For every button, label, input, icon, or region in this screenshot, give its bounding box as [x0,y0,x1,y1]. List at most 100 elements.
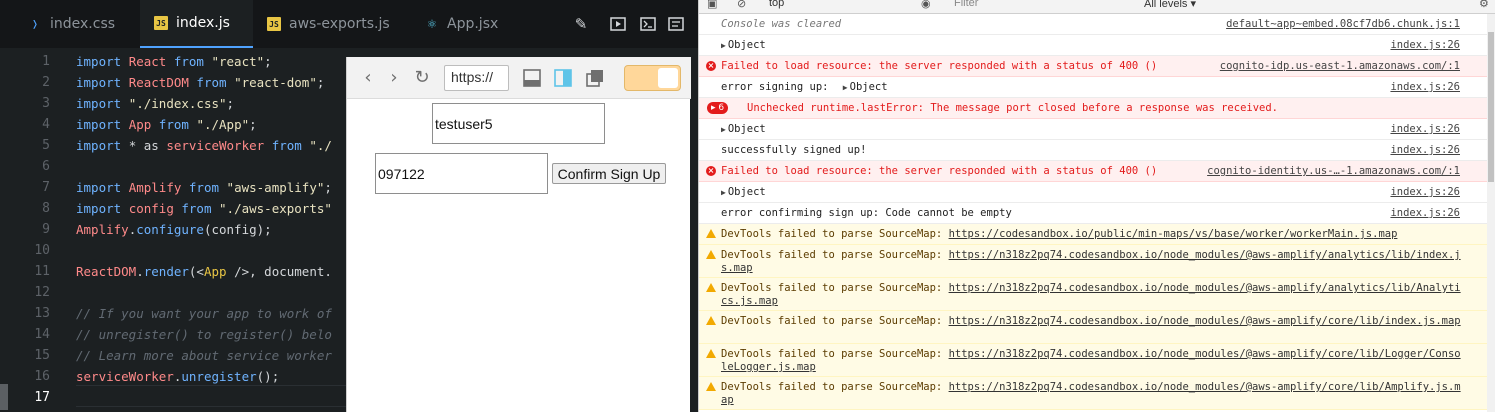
expand-triangle-icon[interactable]: ▶ [843,83,848,92]
line-number: 17 [34,390,50,405]
split-view-icon[interactable] [554,69,572,87]
forward-arrow-icon[interactable]: › [383,66,405,88]
theme-toggle[interactable] [624,65,681,91]
line-number: 1 [42,54,50,69]
console-message[interactable]: ▶ Object [721,186,1281,199]
log-levels-dropdown[interactable]: All levels ▾ [1144,0,1196,10]
sidebar-toggle-icon[interactable]: ▣ [707,0,717,10]
message-text: error signing up: [721,81,835,93]
expand-triangle-icon[interactable]: ▶ [721,188,726,197]
console-message: DevTools failed to parse SourceMap: http… [721,282,1466,308]
object-label[interactable]: Object [850,81,888,93]
tab-app-jsx[interactable]: ⚛ App.jsx [411,0,531,48]
message-text: Object [727,123,766,135]
console-message[interactable]: ▶ Object [721,123,1281,136]
console-message[interactable]: ▶ Object [721,39,1281,52]
line-number: 2 [42,75,50,90]
gear-icon[interactable]: ⚙ [1479,0,1489,10]
code-token: "./App" [196,117,250,132]
code-line: ReactDOM.render(<App />, document. [76,261,332,282]
context-selector[interactable]: top [769,0,784,9]
console-message: DevTools failed to parse SourceMap: http… [721,228,1466,241]
expand-triangle-icon[interactable]: ▶ [721,125,726,134]
eye-icon[interactable]: ◉ [921,0,931,10]
error-icon: × [706,61,716,71]
tab-label: App.jsx [447,16,499,32]
source-location-link[interactable]: index.js:26 [1390,186,1460,199]
line-number: 12 [34,285,50,300]
tab-aws-exports-js[interactable]: JS aws-exports.js [253,0,411,48]
warning-icon [706,250,716,259]
line-number: 5 [42,138,50,153]
source-location-link[interactable]: index.js:26 [1390,207,1460,220]
console-message: error signing up: ▶ Object [721,81,1281,94]
tab-index-js[interactable]: JS index.js [140,0,253,48]
console-filter-input[interactable]: Filter [954,0,978,9]
code-token: from [181,201,220,216]
source-location-link[interactable]: default~app~embed.08cf7db6.chunk.js:1 [1226,18,1460,31]
js-file-icon: JS [154,16,168,30]
line-number: 8 [42,201,50,216]
code-token: "react-dom" [234,75,317,90]
console-row: DevTools failed to parse SourceMap: http… [699,344,1488,377]
source-location-link[interactable]: index.js:26 [1390,144,1460,157]
expand-triangle-icon[interactable]: ▶ [721,41,726,50]
source-location-link[interactable]: index.js:26 [1390,123,1460,136]
code-token: // unregister() to register() belo [76,327,332,342]
code-token: "./ [309,138,332,153]
confirm-sign-up-button[interactable]: Confirm Sign Up [552,163,666,184]
warning-icon [706,283,716,292]
code-token: (< [188,264,204,279]
console-scrollbar[interactable] [1487,14,1495,412]
tab-index-css[interactable]: ❭ index.css [14,0,140,48]
console-message: DevTools failed to parse SourceMap: http… [721,315,1466,328]
source-location-link[interactable]: index.js:26 [1390,39,1460,52]
code-token: from [173,54,212,69]
source-location-link[interactable]: index.js:26 [1390,81,1460,94]
brush-icon[interactable]: ✎ [571,14,591,34]
reload-icon[interactable]: ↻ [411,66,433,88]
clear-console-icon[interactable]: ⊘ [737,0,746,10]
editor-view-icon[interactable] [523,69,541,87]
confirmation-code-input[interactable]: 097122 [375,153,548,194]
preview-panel-icon[interactable] [608,14,628,34]
source-location-link[interactable]: cognito-idp.us-east-1.amazonaws.com/:1 [1220,60,1460,73]
code-token: * as [128,138,167,153]
line-number: 6 [42,159,50,174]
console-messages: Console was cleared default~app~embed.08c… [699,14,1488,412]
code-token: from [196,75,235,90]
code-area[interactable]: import React from "react"; import ReactDO… [76,48,346,412]
console-message: Unchecked runtime.lastError: The message… [747,102,1307,115]
code-token: render [143,264,189,279]
code-token: ; [264,54,272,69]
terminal-icon[interactable] [638,14,658,34]
url-input[interactable]: https:// [444,65,509,91]
code-line: serviceWorker.unregister(); [76,366,279,387]
console-message: successfully signed up! [721,144,1281,157]
code-token: Amplify [128,180,189,195]
warning-icon [706,229,716,238]
sourcemap-link[interactable]: https://n318z2pq74.codesandbox.io/node_m… [949,315,1461,327]
code-token: import [76,117,129,132]
line-number: 14 [34,327,50,342]
scrollbar-thumb[interactable] [1488,32,1494,182]
browser-preview: ‹ › ↻ https:// testuser5 097122 Confirm … [346,57,691,412]
error-icon: × [706,166,716,176]
message-text: DevTools failed to parse SourceMap: [721,249,949,261]
code-token: unregister [181,369,257,384]
username-input[interactable]: testuser5 [432,103,605,144]
console-message: Console was cleared [721,18,1281,31]
code-token: ReactDOM [128,75,197,90]
console-icon[interactable] [666,14,686,34]
message-text: Object [727,186,766,198]
code-token: App [203,264,235,279]
message-text: Failed to load resource: the server resp… [721,165,1158,177]
source-location-link[interactable]: cognito-identity.us-…-1.amazonaws.com/:1 [1207,165,1460,178]
sourcemap-link[interactable]: https://codesandbox.io/public/min-maps/v… [949,228,1398,240]
code-token: "./index.css" [128,96,227,111]
message-text: Console was cleared [721,18,842,30]
code-token: import [76,138,129,153]
code-token: import [76,75,129,90]
new-window-icon[interactable] [586,69,604,87]
back-arrow-icon[interactable]: ‹ [357,66,379,88]
